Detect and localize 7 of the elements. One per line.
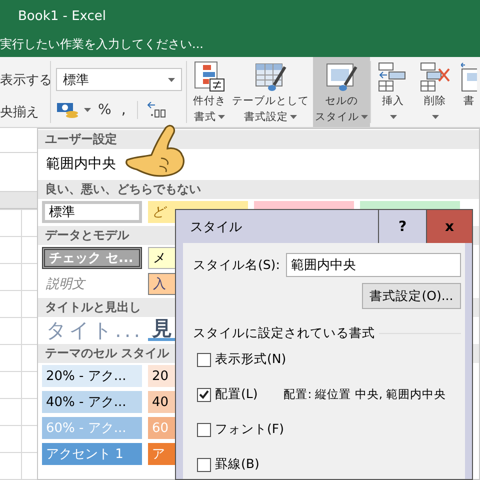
style-name-label: スタイル名(S): bbox=[193, 256, 280, 274]
group-title: スタイルに設定されている書式 bbox=[193, 325, 375, 342]
window-title: Book1 - Excel bbox=[18, 9, 106, 24]
gallery-section-header: 良い、悪い、どちらでもない bbox=[38, 180, 479, 199]
gallery-section-header: ユーザー設定 bbox=[38, 130, 479, 149]
dropdown-value: 標準 bbox=[63, 72, 89, 88]
option-description: 配置: 縦位置 中央, 範囲内中央 bbox=[284, 387, 446, 402]
